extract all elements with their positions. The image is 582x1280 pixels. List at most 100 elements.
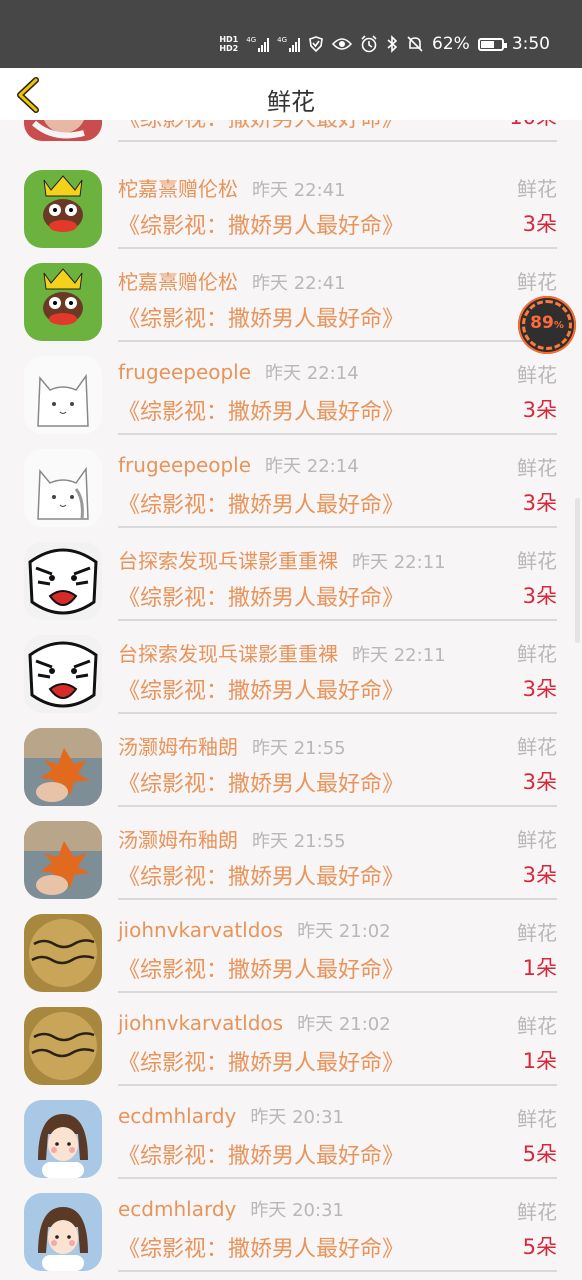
flower-count: 3朵	[522, 212, 557, 236]
flower-count: 3朵	[522, 677, 557, 701]
avatar[interactable]	[24, 120, 102, 141]
gift-type: 鲜花	[517, 270, 557, 294]
sender-name[interactable]: 柁嘉熹赠伦松 昨天 22:41	[118, 173, 346, 202]
widget-unit: %	[553, 320, 564, 331]
clock: 3:50	[511, 34, 550, 54]
timestamp: 昨天 20:31	[250, 1200, 344, 1221]
sender-name[interactable]: frugeepeople 昨天 22:14	[118, 452, 359, 478]
sender-name[interactable]: ecdmhlardy 昨天 20:31	[118, 1103, 344, 1129]
divider	[118, 712, 557, 714]
floating-boost-widget[interactable]: 89%	[518, 296, 576, 354]
gift-type: 鲜花	[517, 1014, 557, 1038]
flower-count: 3朵	[522, 584, 557, 608]
flower-count: 1朵	[522, 956, 557, 980]
scrollbar[interactable]	[575, 498, 580, 643]
flower-count: 3朵	[522, 863, 557, 887]
book-title: 《综影视：撒娇男人最好命》	[118, 493, 405, 518]
flower-count: 3朵	[522, 398, 557, 422]
sender-name[interactable]: jiohnvkarvatldos 昨天 21:02	[118, 1010, 391, 1036]
sender-name[interactable]: 台探索发现乓谍影重重裸 昨天 22:11	[118, 545, 446, 574]
flower-count: 3朵	[522, 770, 557, 794]
avatar[interactable]	[24, 635, 102, 713]
book-title: 《综影视：撒娇男人最好命》	[118, 679, 405, 704]
book-title: 《综影视：撒娇男人最好命》	[118, 865, 405, 890]
gift-type: 鲜花	[517, 1107, 557, 1131]
gift-type: 鲜花	[517, 549, 557, 573]
divider	[118, 991, 557, 993]
battery-percent: 62%	[432, 34, 470, 54]
timestamp: 昨天 21:55	[252, 738, 346, 759]
avatar[interactable]	[24, 263, 102, 341]
status-bar: HD1 HD2 4G 4G 62% 3:50	[0, 0, 582, 68]
timestamp: 昨天 22:41	[252, 180, 346, 201]
timestamp: 昨天 22:14	[265, 456, 359, 477]
page-title: 鲜花	[267, 88, 315, 116]
timestamp: 昨天 22:11	[352, 645, 446, 666]
divider	[118, 1270, 557, 1272]
timestamp: 昨天 21:55	[252, 831, 346, 852]
divider	[118, 1177, 557, 1179]
signal-icon: 4G	[246, 36, 270, 52]
bluetooth-icon	[387, 35, 398, 53]
battery-icon	[477, 37, 507, 51]
flower-count: 10朵	[509, 120, 557, 131]
gift-type: 鲜花	[517, 363, 557, 387]
hd-icon: HD1 HD2	[219, 35, 239, 53]
sender-name[interactable]: 汤灏姆布釉朗 昨天 21:55	[118, 824, 346, 853]
flower-gift-list: 《综影视：撒娇男人最好命》 10朵 柁嘉熹赠伦松昨天 22:41 鲜花 《综影视…	[0, 120, 582, 1280]
avatar[interactable]	[24, 1100, 102, 1178]
divider	[118, 619, 557, 621]
widget-value: 89	[530, 313, 554, 333]
avatar[interactable]	[24, 356, 102, 434]
divider	[118, 247, 557, 249]
gift-type: 鲜花	[517, 828, 557, 852]
list-item[interactable]: ecdmhlardy 昨天 20:31 鲜花 《综影视：撒娇男人最好命》 5朵	[0, 1193, 582, 1280]
book-title: 《综影视：撒娇男人最好命》	[118, 586, 405, 611]
sender-name[interactable]: ecdmhlardy 昨天 20:31	[118, 1196, 344, 1222]
flower-count: 5朵	[522, 1235, 557, 1259]
book-title: 《综影视：撒娇男人最好命》	[118, 120, 404, 133]
book-title: 《综影视：撒娇男人最好命》	[118, 772, 405, 797]
gift-type: 鲜花	[517, 1200, 557, 1224]
avatar[interactable]	[24, 821, 102, 899]
avatar[interactable]	[24, 170, 102, 248]
divider	[118, 433, 557, 435]
avatar[interactable]	[24, 728, 102, 806]
book-title: 《综影视：撒娇男人最好命》	[118, 400, 405, 425]
timestamp: 昨天 22:41	[252, 273, 346, 294]
vpn-shield-icon	[309, 36, 323, 52]
divider	[118, 1084, 557, 1086]
nav-bar: 鲜花	[0, 68, 582, 120]
flower-count: 5朵	[522, 1142, 557, 1166]
sender-name[interactable]: 台探索发现乓谍影重重裸 昨天 22:11	[118, 638, 446, 667]
avatar[interactable]	[24, 542, 102, 620]
book-title: 《综影视：撒娇男人最好命》	[118, 958, 405, 983]
sender-name[interactable]: jiohnvkarvatldos 昨天 21:02	[118, 917, 391, 943]
avatar[interactable]	[24, 1193, 102, 1271]
book-title: 《综影视：撒娇男人最好命》	[118, 214, 405, 239]
divider	[118, 898, 557, 900]
book-title: 《综影视：撒娇男人最好命》	[118, 1051, 405, 1076]
book-title: 《综影视：撒娇男人最好命》	[118, 307, 405, 332]
divider	[118, 526, 557, 528]
divider	[118, 140, 557, 142]
eye-icon	[332, 38, 353, 50]
mute-icon	[407, 36, 423, 52]
flower-count: 1朵	[522, 1049, 557, 1073]
avatar[interactable]	[24, 914, 102, 992]
sender-name[interactable]: 汤灏姆布釉朗 昨天 21:55	[118, 731, 346, 760]
avatar[interactable]	[24, 449, 102, 527]
divider	[118, 340, 557, 342]
timestamp: 昨天 21:02	[297, 921, 391, 942]
book-title: 《综影视：撒娇男人最好命》	[118, 1237, 405, 1262]
gift-type: 鲜花	[517, 456, 557, 480]
gift-type: 鲜花	[517, 921, 557, 945]
gift-type: 鲜花	[517, 642, 557, 666]
divider	[118, 805, 557, 807]
book-title: 《综影视：撒娇男人最好命》	[118, 1144, 405, 1169]
sender-name[interactable]: 柁嘉熹赠伦松 昨天 22:41	[118, 266, 346, 295]
sender-name[interactable]: frugeepeople 昨天 22:14	[118, 359, 359, 385]
signal-icon: 4G	[277, 36, 301, 52]
avatar[interactable]	[24, 1007, 102, 1085]
gift-type: 鲜花	[517, 735, 557, 759]
